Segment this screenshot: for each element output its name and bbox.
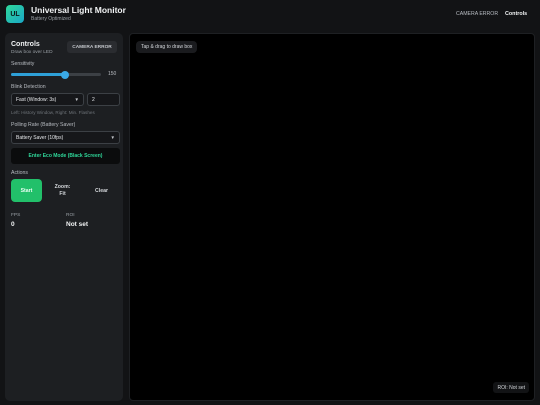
app-header: UL Universal Light Monitor Battery Optim… xyxy=(0,0,540,30)
polling-rate-selected: Battery Saver (10fps) xyxy=(16,134,64,141)
clear-button[interactable]: Clear xyxy=(86,179,117,202)
video-canvas[interactable]: Tap & drag to draw box ROI: Not set xyxy=(129,33,535,401)
blink-detection-hint: Left: History Window, Right: Min. Flashe… xyxy=(11,110,95,115)
eco-mode-button[interactable]: Enter Eco Mode (Black Screen) xyxy=(11,148,120,164)
start-button[interactable]: Start xyxy=(11,179,42,202)
zoom-button-label: Zoom: xyxy=(54,183,71,190)
roi-status-badge: ROI: Not set xyxy=(493,382,529,393)
app-title: Universal Light Monitor xyxy=(31,5,126,15)
sensitivity-slider-thumb[interactable] xyxy=(61,70,69,79)
roi-label: ROI xyxy=(66,213,75,218)
zoom-button[interactable]: Zoom: Fit xyxy=(47,179,78,202)
zoom-button-value: Fit xyxy=(59,190,66,197)
controls-subtitle: Draw box over LED xyxy=(11,50,53,55)
controls-panel: Controls Draw box over LED CAMERA ERROR … xyxy=(5,33,123,401)
sensitivity-label: Sensitivity xyxy=(11,61,35,67)
sensitivity-slider-fill xyxy=(11,73,65,76)
app-logo: UL xyxy=(6,5,24,23)
fps-label: FPS xyxy=(11,213,21,218)
camera-status-badge: CAMERA ERROR xyxy=(67,41,117,53)
sensitivity-slider[interactable] xyxy=(11,70,101,79)
roi-value: Not set xyxy=(66,221,89,228)
controls-title: Controls xyxy=(11,41,40,48)
blink-window-select[interactable]: Fast (Window: 3s) ▼ xyxy=(11,93,84,106)
chevron-down-icon: ▼ xyxy=(74,97,79,102)
min-flashes-input[interactable]: 2 xyxy=(87,93,120,106)
draw-box-hint: Tap & drag to draw box xyxy=(136,41,198,53)
polling-rate-select[interactable]: Battery Saver (10fps) ▼ xyxy=(11,131,120,144)
nav-controls[interactable]: Controls xyxy=(505,11,527,17)
sensitivity-value: 150 xyxy=(108,71,117,77)
blink-window-selected: Fast (Window: 3s) xyxy=(16,96,57,103)
actions-label: Actions xyxy=(11,170,29,176)
blink-detection-label: Blink Detection xyxy=(11,84,46,90)
app-subtitle: Battery Optimized xyxy=(31,16,71,22)
chevron-down-icon: ▼ xyxy=(110,135,115,140)
fps-value: 0 xyxy=(11,221,15,228)
nav-camera-error[interactable]: CAMERA ERROR xyxy=(456,11,498,17)
polling-rate-label: Polling Rate (Battery Saver) xyxy=(11,122,76,128)
